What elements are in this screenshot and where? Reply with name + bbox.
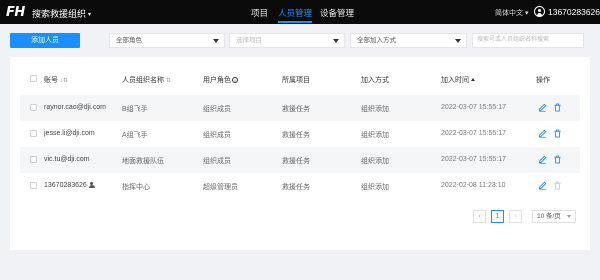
user-account[interactable]: 13670283626 (548, 7, 600, 17)
project-cell: 救援任务 (282, 132, 310, 139)
role-select[interactable]: 全部角色 (109, 33, 225, 48)
join-time-cell: 2022-03-07 15:55:17 (441, 156, 506, 163)
sort-ascending-icon[interactable] (471, 78, 475, 81)
column-join-time[interactable]: 加入时间 (441, 75, 475, 85)
column-join-method: 加入方式 (361, 77, 389, 84)
join-method-cell: 组织添加 (361, 158, 389, 165)
row-checkbox[interactable] (30, 182, 37, 189)
select-all-checkbox[interactable] (30, 75, 37, 82)
row-checkbox[interactable] (30, 130, 37, 137)
join-method-cell: 组织添加 (361, 106, 389, 113)
next-page-button[interactable]: › (509, 210, 522, 223)
role-select-value: 全部角色 (116, 37, 142, 44)
column-actions: 操作 (536, 77, 550, 84)
project-cell: 救援任务 (282, 184, 310, 191)
delete-icon[interactable] (553, 103, 562, 112)
row-checkbox[interactable] (30, 104, 37, 111)
join-method-select-value: 全部加入方式 (357, 37, 396, 44)
table-header: 账号 ↓⇅ 人员组织名称 ⇅ 用户角色 i 所属项目 加入方式 加入时间 操作 (20, 69, 580, 95)
account-cell: raynor.cao@dji.com (44, 104, 106, 111)
join-method-cell: 组织添加 (361, 184, 389, 191)
info-icon[interactable]: i (232, 77, 238, 83)
delete-icon[interactable] (553, 155, 562, 164)
role-cell: 组织成员 (203, 106, 231, 113)
search-input[interactable]: 搜索号或人员组织名称搜索 (472, 33, 584, 48)
delete-icon[interactable] (553, 129, 562, 138)
language-switcher[interactable]: 简体中文 ▾ (495, 8, 528, 18)
delete-icon-disabled (553, 181, 562, 190)
edit-icon[interactable] (538, 181, 547, 190)
caret-down-icon (213, 39, 219, 43)
page-size-select[interactable]: 10 条/页 (532, 210, 576, 223)
project-cell: 救援任务 (282, 158, 310, 165)
org-name: 搜索救援组织 (32, 9, 87, 19)
join-method-select[interactable]: 全部加入方式 (350, 33, 467, 48)
org-cell: 指挥中心 (122, 184, 150, 191)
logo: FH (6, 5, 25, 20)
table-row: jesse.li@dji.com A组飞手 组织成员 救援任务 组织添加 202… (20, 121, 580, 147)
table-row: vic.tu@dji.com 地面救援队伍 组织成员 救援任务 组织添加 202… (20, 147, 580, 173)
role-cell: 组织成员 (203, 158, 231, 165)
account-cell: 13670283626 (44, 182, 95, 189)
personnel-table-card: 账号 ↓⇅ 人员组织名称 ⇅ 用户角色 i 所属项目 加入方式 加入时间 操作 ray… (10, 57, 590, 250)
column-account[interactable]: 账号 ↓⇅ (44, 75, 68, 85)
chevron-down-icon: ▾ (88, 12, 92, 18)
nav-projects[interactable]: 项目 (251, 7, 268, 19)
project-select[interactable]: 选择项目 (229, 33, 345, 48)
account-cell: vic.tu@dji.com (44, 156, 90, 163)
add-personnel-button[interactable]: 添加人员 (10, 33, 80, 48)
page-1-button[interactable]: 1 (491, 210, 504, 223)
caret-down-icon (455, 39, 461, 43)
project-select-placeholder: 选择项目 (236, 37, 262, 44)
table-row: raynor.cao@dji.com B组飞手 组织成员 救援任务 组织添加 2… (20, 95, 580, 121)
top-navigation-bar: FH 搜索救援组织 ▾ 项目 人员管理 设备管理 简体中文 ▾ 136702836… (0, 0, 600, 24)
join-time-cell: 2022-03-07 15:55:17 (441, 130, 506, 137)
sort-icon[interactable]: ↓⇅ (60, 78, 68, 84)
user-icon[interactable] (534, 6, 545, 17)
caret-down-icon (567, 215, 571, 218)
column-project: 所属项目 (282, 77, 310, 84)
column-user-role: 用户角色 i (203, 75, 238, 85)
current-user-icon (88, 182, 95, 189)
role-cell: 组织成员 (203, 132, 231, 139)
join-method-cell: 组织添加 (361, 132, 389, 139)
prev-page-button[interactable]: ‹ (473, 210, 486, 223)
table-row: 13670283626 指挥中心 超级管理员 救援任务 组织添加 2022-02… (20, 173, 580, 199)
edit-icon[interactable] (538, 155, 547, 164)
nav-device-management[interactable]: 设备管理 (320, 7, 354, 19)
page-size-value: 10 条/页 (537, 213, 561, 220)
org-cell: 地面救援队伍 (122, 158, 164, 165)
org-switcher[interactable]: 搜索救援组织 ▾ (32, 7, 91, 20)
nav-personnel-management[interactable]: 人员管理 (278, 7, 313, 23)
row-checkbox[interactable] (30, 156, 37, 163)
org-cell: A组飞手 (122, 132, 148, 139)
sort-icon[interactable]: ⇅ (166, 78, 171, 84)
account-cell: jesse.li@dji.com (44, 130, 95, 137)
role-cell: 超级管理员 (203, 184, 238, 191)
join-time-cell: 2022-02-08 11:23:10 (441, 182, 506, 189)
edit-icon[interactable] (538, 129, 547, 138)
join-time-cell: 2022-03-07 15:55:17 (441, 104, 506, 111)
edit-icon[interactable] (538, 103, 547, 112)
project-cell: 救援任务 (282, 106, 310, 113)
org-cell: B组飞手 (122, 106, 148, 113)
column-org-name[interactable]: 人员组织名称 ⇅ (122, 75, 171, 85)
caret-down-icon (333, 39, 339, 43)
